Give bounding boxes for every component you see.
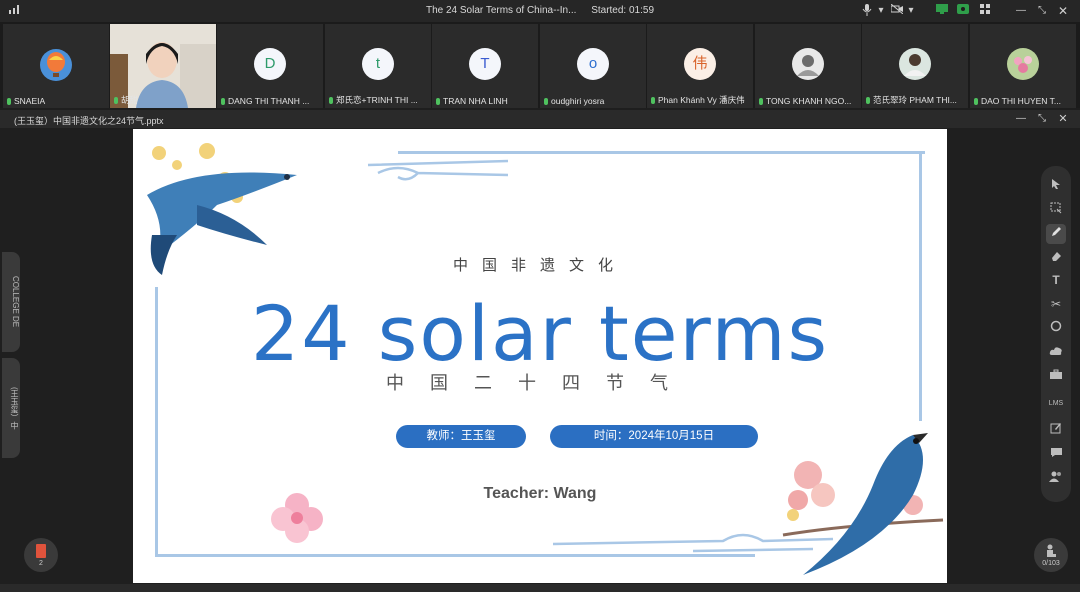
participant-tile[interactable]: 范氏翠玲 PHAM THI... — [862, 24, 968, 108]
fullscreen-icon[interactable]: ⤡ — [1035, 112, 1049, 126]
participant-tile[interactable]: t 郑氏恋+TRINH THI ... — [325, 24, 431, 108]
document-count-badge: 2 — [39, 560, 43, 567]
participant-name: Phan Khánh Vy 潘庆伟 — [651, 94, 751, 106]
participant-tile[interactable]: TONG KHANH NGO... — [755, 24, 861, 108]
mic-active-icon — [221, 98, 225, 105]
mic-active-icon — [974, 98, 978, 105]
avatar — [792, 48, 824, 80]
close-icon[interactable]: ✕ — [1056, 4, 1070, 18]
slide-title: 24 solar terms — [250, 289, 830, 378]
participant-name: 范氏翠玲 PHAM THI... — [866, 94, 966, 106]
raise-hand-button[interactable]: 0/103 — [1034, 538, 1068, 572]
document-filename: (王玉玺）中国非遗文化之24节气.pptx — [14, 116, 164, 126]
mic-active-icon — [114, 97, 118, 104]
scissors-icon[interactable]: ✂ — [1046, 294, 1066, 314]
teacher-name: Teacher: Wang — [483, 485, 597, 502]
frame-line — [398, 151, 925, 154]
record-circle-icon[interactable] — [1046, 318, 1066, 338]
side-tab-document[interactable]: COLLEGE DE — [2, 252, 20, 352]
restore-icon[interactable]: ⤡ — [1035, 4, 1049, 18]
eraser-icon[interactable] — [1046, 248, 1066, 268]
window-title-area: The 24 Solar Terms of China--In... Start… — [0, 5, 1080, 16]
participant-name: 郑氏恋+TRINH THI ... — [329, 94, 429, 106]
mic-active-icon — [329, 97, 333, 104]
document-list-button[interactable]: 2 — [24, 538, 58, 572]
participant-tile[interactable]: o oudghiri yosra — [540, 24, 646, 108]
chevron-down-icon[interactable]: ▾ — [874, 4, 888, 18]
teacher-pill: 教师：王玉玺 — [396, 425, 526, 448]
hot-air-balloon-icon — [39, 48, 73, 87]
minimize-icon[interactable]: — — [1014, 4, 1028, 18]
participant-name: TONG KHANH NGO... — [759, 96, 859, 106]
file-icon — [36, 544, 46, 558]
mic-active-icon — [436, 98, 440, 105]
participant-name: SNAEIA — [7, 96, 107, 106]
participant-tile[interactable]: T TRAN NHA LINH — [432, 24, 538, 108]
avatar: t — [362, 48, 394, 80]
mic-icon[interactable] — [860, 4, 874, 18]
cursor-icon[interactable] — [1046, 176, 1066, 196]
pen-icon[interactable] — [1046, 224, 1066, 244]
participant-tile[interactable]: SNAEIA — [3, 24, 109, 108]
participant-tile[interactable]: D DANG THI THANH ... — [217, 24, 323, 108]
side-tab-label: (王玉玺）中 — [10, 386, 19, 430]
chat-icon[interactable] — [1046, 444, 1066, 464]
person-seat-icon — [1047, 544, 1056, 557]
magpie-blossom-illustration — [782, 433, 944, 575]
slide-subtitle-chinese: 中国非遗文化 — [452, 257, 627, 274]
toolbox-icon[interactable] — [1046, 366, 1066, 386]
cloud-wave-decoration — [367, 159, 509, 181]
mic-active-icon — [759, 98, 763, 105]
avatar: D — [254, 48, 286, 80]
participant-tile[interactable]: DAO THI HUYEN T... — [970, 24, 1076, 108]
participant-name: TRAN NHA LINH — [436, 96, 536, 106]
users-icon[interactable] — [1046, 468, 1066, 488]
document-tab-bar: (王玉玺）中国非遗文化之24节气.pptx — ⤡ ✕ — [0, 110, 1080, 128]
avatar — [899, 48, 931, 80]
avatar: o — [577, 48, 609, 80]
chevron-down-icon[interactable]: ▾ — [904, 4, 918, 18]
bottom-control-bar — [0, 584, 1080, 592]
participant-name: 胡甜 — [114, 94, 214, 106]
mic-active-icon — [866, 97, 870, 104]
annotation-toolbar: T ✂ LMS — [1041, 166, 1071, 502]
slide-title-chinese: 中国二十四节气 — [386, 373, 694, 393]
participant-tile-video[interactable]: 胡甜 — [110, 24, 216, 108]
cloud-icon[interactable] — [1046, 342, 1066, 362]
text-tool-icon[interactable]: T — [1046, 270, 1066, 290]
avatar: 伟 — [684, 48, 716, 80]
edit-note-icon[interactable] — [1046, 420, 1066, 440]
side-tab-document[interactable]: (王玉玺）中 — [2, 358, 20, 458]
share-screen-icon[interactable] — [935, 4, 949, 18]
side-tab-label: COLLEGE DE — [11, 276, 20, 328]
participant-name: oudghiri yosra — [544, 96, 644, 106]
mic-active-icon — [544, 98, 548, 105]
participants-strip: SNAEIA 胡甜 D DANG THI THANH ... t 郑氏恋+TRI… — [0, 22, 1080, 108]
participant-name: DAO THI HUYEN T... — [974, 96, 1074, 106]
slide-canvas: 中国非遗文化 24 solar terms 中国二十四节气 教师：王玉玺 时间：… — [133, 129, 947, 583]
avatar: T — [469, 48, 501, 80]
meeting-title: The 24 Solar Terms of China--In... — [425, 5, 577, 16]
camera-off-icon[interactable] — [890, 3, 904, 18]
participant-name: DANG THI THANH ... — [221, 96, 321, 106]
mic-active-icon — [7, 98, 11, 105]
grid-layout-icon[interactable] — [978, 4, 992, 18]
title-bar: The 24 Solar Terms of China--In... Start… — [0, 0, 1080, 22]
participant-tile[interactable]: 伟 Phan Khánh Vy 潘庆伟 — [647, 24, 753, 108]
lms-button[interactable]: LMS — [1046, 394, 1066, 414]
close-icon[interactable]: ✕ — [1056, 112, 1070, 126]
minimize-icon[interactable]: — — [1014, 112, 1028, 126]
mic-active-icon — [651, 97, 655, 104]
select-box-icon[interactable] — [1046, 200, 1066, 220]
record-icon[interactable] — [956, 4, 970, 18]
date-pill: 时间：2024年10月15日 — [550, 425, 758, 448]
started-timer: Started: 01:59 — [591, 5, 655, 16]
avatar — [1007, 48, 1039, 80]
hand-counter: 0/103 — [1042, 560, 1060, 567]
